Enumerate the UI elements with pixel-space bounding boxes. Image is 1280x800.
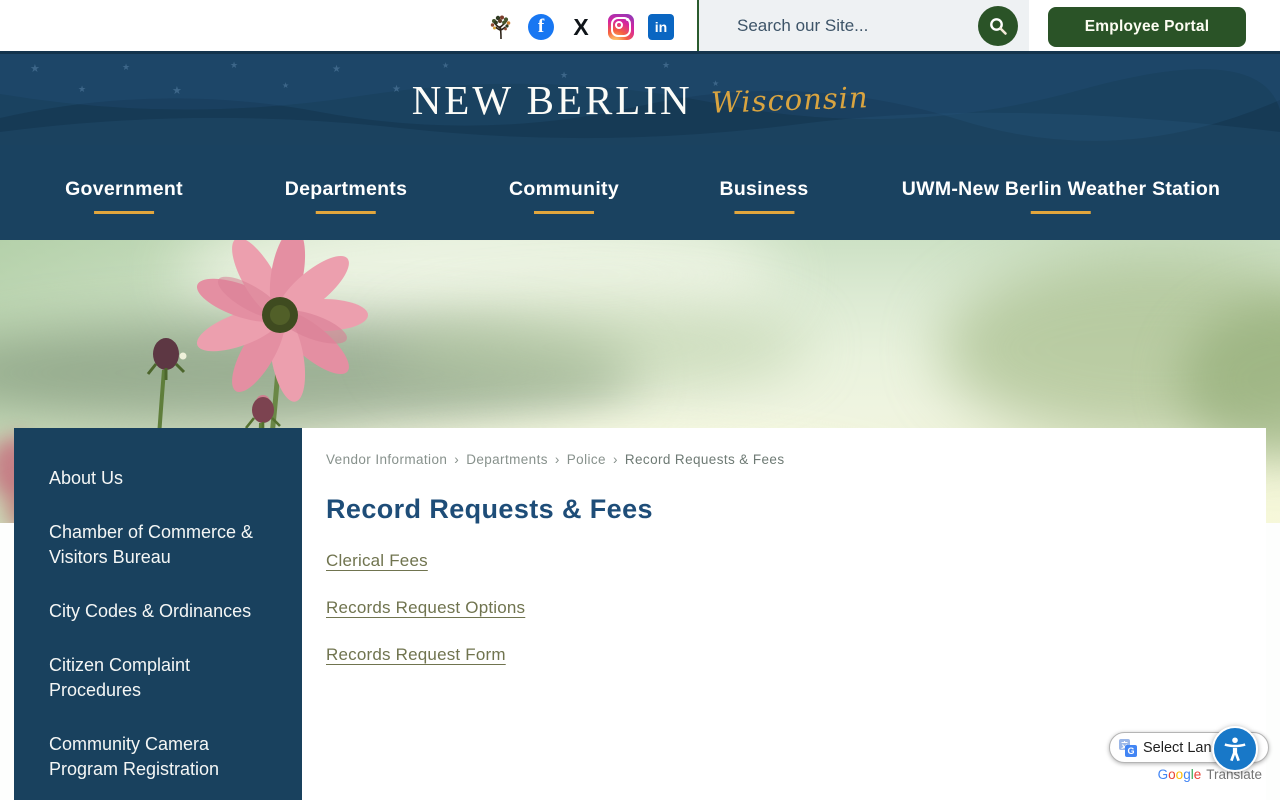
- nav-item-community[interactable]: Community: [509, 145, 619, 214]
- city-logo[interactable]: NEW BERLIN Wisconsin: [0, 54, 1280, 145]
- nav-label: Departments: [284, 178, 408, 200]
- top-utility-bar: f X in Employee Portal: [0, 0, 1280, 54]
- facebook-icon[interactable]: f: [528, 14, 554, 40]
- breadcrumb-current-page: Record Requests & Fees: [624, 452, 785, 467]
- nav-underline: [316, 211, 376, 214]
- link-records-request-options[interactable]: Records Request Options: [326, 598, 1226, 618]
- nav-underline: [93, 211, 154, 214]
- nav-item-government[interactable]: Government: [65, 145, 183, 214]
- search-button[interactable]: [978, 6, 1018, 46]
- breadcrumb-separator: ›: [454, 452, 460, 467]
- left-sidebar-menu: About Us Chamber of Commerce & Visitors …: [14, 428, 302, 800]
- breadcrumb-vendor-information[interactable]: Vendor Information: [326, 452, 447, 467]
- google-letter: e: [1193, 767, 1202, 782]
- site-search: [697, 0, 1029, 51]
- nav-label: UWM-New Berlin Weather Station: [901, 178, 1221, 200]
- nav-label: Government: [65, 178, 183, 200]
- breadcrumb-separator: ›: [554, 452, 560, 467]
- linkedin-icon[interactable]: in: [648, 14, 674, 40]
- google-letter: o: [1168, 767, 1176, 782]
- city-tree-icon[interactable]: [488, 14, 514, 40]
- main-content: Vendor Information › Departments › Polic…: [326, 452, 1226, 692]
- page-title: Record Requests & Fees: [326, 494, 653, 524]
- google-letter: G: [1157, 767, 1169, 782]
- nav-underline: [733, 211, 794, 214]
- instagram-lens: [615, 21, 623, 29]
- breadcrumb: Vendor Information › Departments › Polic…: [326, 452, 1226, 467]
- main-navigation: Government Departments Community Busines…: [0, 145, 1280, 240]
- link-clerical-fees[interactable]: Clerical Fees: [326, 551, 1226, 571]
- google-translate-icon: G: [1119, 738, 1137, 757]
- sidebar-item-citizen-complaint[interactable]: Citizen Complaint Procedures: [49, 653, 267, 703]
- nav-item-departments[interactable]: Departments: [285, 145, 408, 214]
- breadcrumb-departments[interactable]: Departments: [466, 452, 548, 467]
- employee-portal-button[interactable]: Employee Portal: [1048, 7, 1246, 47]
- document-links: Clerical Fees Records Request Options Re…: [326, 551, 1226, 665]
- accessibility-person-icon: [1224, 737, 1246, 762]
- hero-treeline: [390, 302, 810, 392]
- social-icons-row: f X in: [488, 14, 674, 40]
- breadcrumb-police[interactable]: Police: [567, 452, 606, 467]
- instagram-icon[interactable]: [608, 14, 634, 40]
- state-name: Wisconsin: [710, 79, 869, 120]
- nav-label: Community: [509, 178, 619, 200]
- instagram-flash-dot: [626, 18, 629, 21]
- sidebar-item-about-us[interactable]: About Us: [49, 466, 267, 491]
- nav-item-business[interactable]: Business: [719, 145, 808, 214]
- sidebar-item-community-camera[interactable]: Community Camera Program Registration: [49, 732, 267, 782]
- google-translate-branding: Google Translate: [1158, 767, 1262, 782]
- link-records-request-form[interactable]: Records Request Form: [326, 645, 1226, 665]
- sidebar-item-city-codes[interactable]: City Codes & Ordinances: [49, 599, 267, 624]
- breadcrumb-separator: ›: [612, 452, 618, 467]
- google-letter: g: [1183, 767, 1191, 782]
- search-input[interactable]: [699, 15, 939, 36]
- city-name: NEW BERLIN: [411, 76, 693, 123]
- svg-text:G: G: [1127, 746, 1134, 756]
- accessibility-widget-button[interactable]: [1212, 726, 1258, 772]
- nav-label: Business: [719, 178, 809, 200]
- x-icon[interactable]: X: [568, 14, 594, 40]
- search-icon: [990, 18, 1007, 35]
- nav-item-weather-station[interactable]: UWM-New Berlin Weather Station: [902, 145, 1221, 214]
- content-panel: About Us Chamber of Commerce & Visitors …: [14, 428, 1266, 800]
- sidebar-item-chamber-of-commerce[interactable]: Chamber of Commerce & Visitors Bureau: [49, 520, 267, 570]
- site-header: ★ ★ ★ ★ ★ ★ ★ ★ ★ ★ ★ ★ NEW BERLIN Wisconsin: [0, 54, 1280, 145]
- nav-underline: [533, 211, 594, 214]
- nav-underline: [1031, 211, 1091, 214]
